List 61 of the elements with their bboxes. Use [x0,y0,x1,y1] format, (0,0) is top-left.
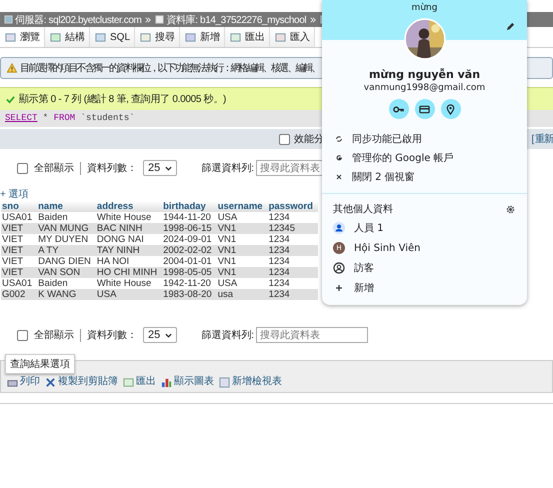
table-cell: VAN MUNG [37,223,96,234]
table-cell: 1998-05-05 [162,267,217,278]
table-cell: 1234 [268,278,318,289]
table-cell: HA NOI [96,256,162,267]
table-cell: A TY [37,245,96,256]
table-cell: White House [96,278,162,289]
table-cell: BAC NINH [96,223,162,234]
table-cell: USA [216,278,268,289]
table-cell: 1942-11-20 [162,278,217,289]
table-cell: 1234 [268,245,318,256]
table-cell: 1998-06-15 [162,223,217,234]
table-cell: 1944-11-20 [162,212,217,223]
table-cell: 12345 [268,223,318,234]
profile-header-name: mừng [412,3,438,13]
show-all-label: 全部顯示 [34,162,74,175]
profile-name: mừng nguyễn văn [368,68,480,81]
show-all-label: 全部顯示 [34,328,74,342]
table-cell: usa [216,289,268,300]
table-cell: G002 [1,289,38,300]
table-cell: HO CHI MINH [96,267,162,278]
table-cell: VIET [1,256,38,267]
table-cell: USA [96,289,162,300]
table-cell: USA [216,212,268,223]
table-cell: VN1 [216,245,268,256]
table-cell: VN1 [216,234,268,245]
table-cell: VN1 [216,223,268,234]
table-cell: USA01 [1,212,38,223]
table-cell: 1234 [268,267,318,278]
filter-label: 篩選資料列: [201,162,254,175]
other-profiles-title: 其他個人資料 [333,202,393,216]
table-cell: 1234 [268,289,318,300]
table-cell: 1983-08-20 [162,289,217,300]
table-cell: USA01 [1,278,38,289]
table-cell: 2004-01-01 [162,256,217,267]
table-cell: DANG DIEN [37,256,96,267]
table-cell: TAY NINH [96,245,162,256]
table-cell: VIET [1,267,38,278]
profile-email: vanmung1998@gmail.com [364,83,486,93]
table-cell: Baiden [37,278,96,289]
table-cell: K WANG [37,289,96,300]
table-cell: VIET [1,234,38,245]
table-cell: 2002-02-02 [162,245,217,256]
warning-message: 目前選擇的項目不含獨一的資料欄位，以下功能無法執行：網格編輯、核選、編輯、 [20,62,320,75]
table-cell: VN1 [216,256,268,267]
table-cell: White House [96,212,162,223]
table-cell: Baiden [37,212,96,223]
table-cell: VN1 [216,267,268,278]
table-cell: MY DUYEN [37,234,96,245]
table-cell: VAN SON [37,267,96,278]
table-cell: DONG NAI [96,234,162,245]
table-cell: 1234 [268,256,318,267]
rows-label: 資料列數： [87,162,137,175]
table-cell: 2024-09-01 [162,234,217,245]
table-cell: 1234 [268,234,318,245]
rows-label: 資料列數： [87,328,137,342]
results-options-label: 查詢結果選項 [5,354,75,374]
table-cell: 1234 [268,212,318,223]
table-cell: VIET [1,223,38,234]
success-message: 顯示第 0 - 7 列 (總計 8 筆, 查詢用了 0.0005 秒。) [19,92,226,106]
filter-label: 篩選資料列: [201,328,254,342]
table-cell: VIET [1,245,38,256]
